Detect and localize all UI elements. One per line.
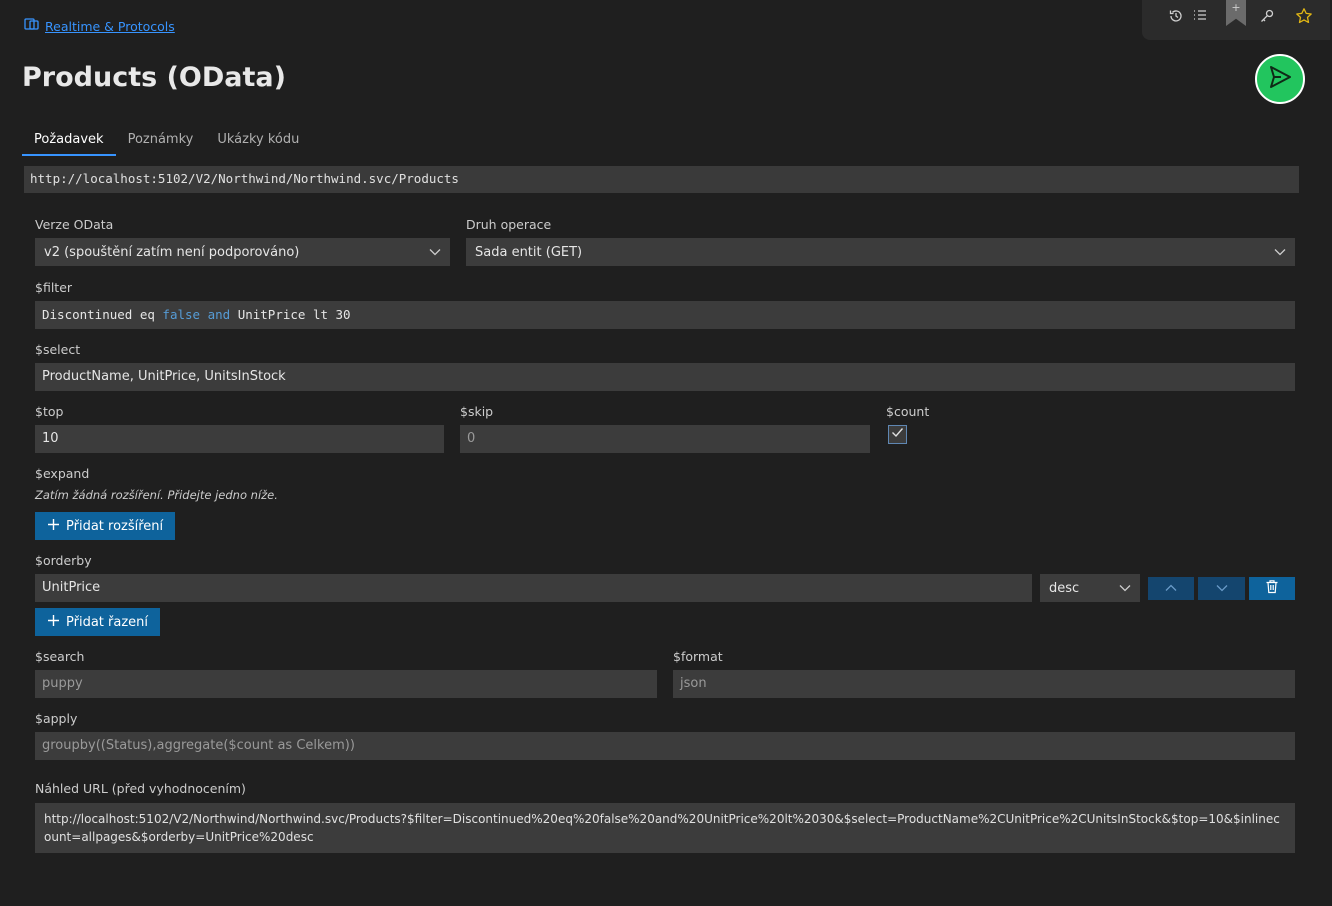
chevron-down-icon <box>1274 245 1286 260</box>
breadcrumb: Realtime & Protocols <box>24 17 175 35</box>
orderby-field-input[interactable]: UnitPrice <box>35 574 1032 602</box>
select-input[interactable]: ProductName, UnitPrice, UnitsInStock <box>35 363 1295 391</box>
format-label: $format <box>673 649 723 664</box>
filter-keyword: false <box>162 307 201 322</box>
operation-select[interactable]: Sada entit (GET) <box>466 238 1295 266</box>
tab-notes[interactable]: Poznámky <box>116 128 206 156</box>
check-icon <box>891 427 904 442</box>
count-checkbox[interactable] <box>888 425 907 444</box>
filter-text: UnitPrice lt 30 <box>230 307 351 322</box>
move-up-button[interactable] <box>1148 577 1194 600</box>
count-label: $count <box>886 404 930 419</box>
odata-version-value: v2 (spouštění zatím není podporováno) <box>44 244 300 260</box>
orderby-direction-value: desc <box>1049 580 1080 596</box>
plus-icon <box>47 614 60 631</box>
skip-input[interactable]: 0 <box>460 425 870 453</box>
tab-request[interactable]: Požadavek <box>22 128 116 156</box>
search-label: $search <box>35 649 85 664</box>
add-expand-label: Přidat rozšíření <box>66 518 164 534</box>
filter-editor[interactable]: Discontinued eq false and UnitPrice lt 3… <box>35 301 1295 329</box>
send-icon <box>1267 64 1293 94</box>
top-input[interactable]: 10 <box>35 425 444 453</box>
orderby-label: $orderby <box>35 553 92 568</box>
history-icon[interactable] <box>1164 4 1188 28</box>
plus-icon <box>47 518 60 535</box>
skip-label: $skip <box>460 404 494 419</box>
chevron-up-icon <box>1165 581 1177 596</box>
url-preview: http://localhost:5102/V2/Northwind/North… <box>35 803 1295 853</box>
orderby-direction-select[interactable]: desc <box>1040 574 1140 602</box>
page-title: Products (OData) <box>22 62 286 93</box>
top-label: $top <box>35 404 64 419</box>
add-expand-button[interactable]: Přidat rozšíření <box>35 512 176 540</box>
operation-value: Sada entit (GET) <box>475 244 583 260</box>
send-button[interactable] <box>1255 54 1305 104</box>
odata-version-label: Verze OData <box>35 217 114 232</box>
move-down-button[interactable] <box>1198 577 1245 600</box>
expand-hint: Zatím žádná rozšíření. Přidejte jedno ní… <box>35 488 278 502</box>
chevron-down-icon <box>1119 581 1131 596</box>
filter-label: $filter <box>35 280 73 295</box>
list-icon[interactable] <box>1188 4 1212 28</box>
format-input[interactable]: json <box>673 670 1295 698</box>
delete-orderby-button[interactable] <box>1249 577 1295 600</box>
toolbar: + <box>1142 0 1330 40</box>
breadcrumb-link[interactable]: Realtime & Protocols <box>45 19 175 34</box>
operation-label: Druh operace <box>466 217 552 232</box>
odata-version-select[interactable]: v2 (spouštění zatím není podporováno) <box>35 238 450 266</box>
chevron-down-icon <box>429 245 441 260</box>
select-label: $select <box>35 342 81 357</box>
preview-label: Náhled URL (před vyhodnocením) <box>35 781 246 796</box>
filter-text: Discontinued eq <box>42 307 163 322</box>
tab-code-samples[interactable]: Ukázky kódu <box>205 128 311 156</box>
search-input[interactable]: puppy <box>35 670 657 698</box>
tab-bar: Požadavek Poznámky Ukázky kódu <box>22 128 311 156</box>
apply-label: $apply <box>35 711 78 726</box>
protocol-icon <box>24 17 40 35</box>
request-url-input[interactable]: http://localhost:5102/V2/Northwind/North… <box>24 166 1299 193</box>
star-icon[interactable] <box>1292 4 1316 28</box>
add-orderby-label: Přidat řazení <box>66 614 148 630</box>
apply-input[interactable]: groupby((Status),aggregate($count as Cel… <box>35 732 1295 760</box>
filter-keyword: and <box>207 307 231 322</box>
trash-icon <box>1265 579 1279 598</box>
add-orderby-button[interactable]: Přidat řazení <box>35 608 160 636</box>
bookmark-icon[interactable]: + <box>1226 0 1246 26</box>
chevron-down-icon <box>1216 581 1228 596</box>
key-icon[interactable] <box>1255 4 1279 28</box>
expand-label: $expand <box>35 466 90 481</box>
